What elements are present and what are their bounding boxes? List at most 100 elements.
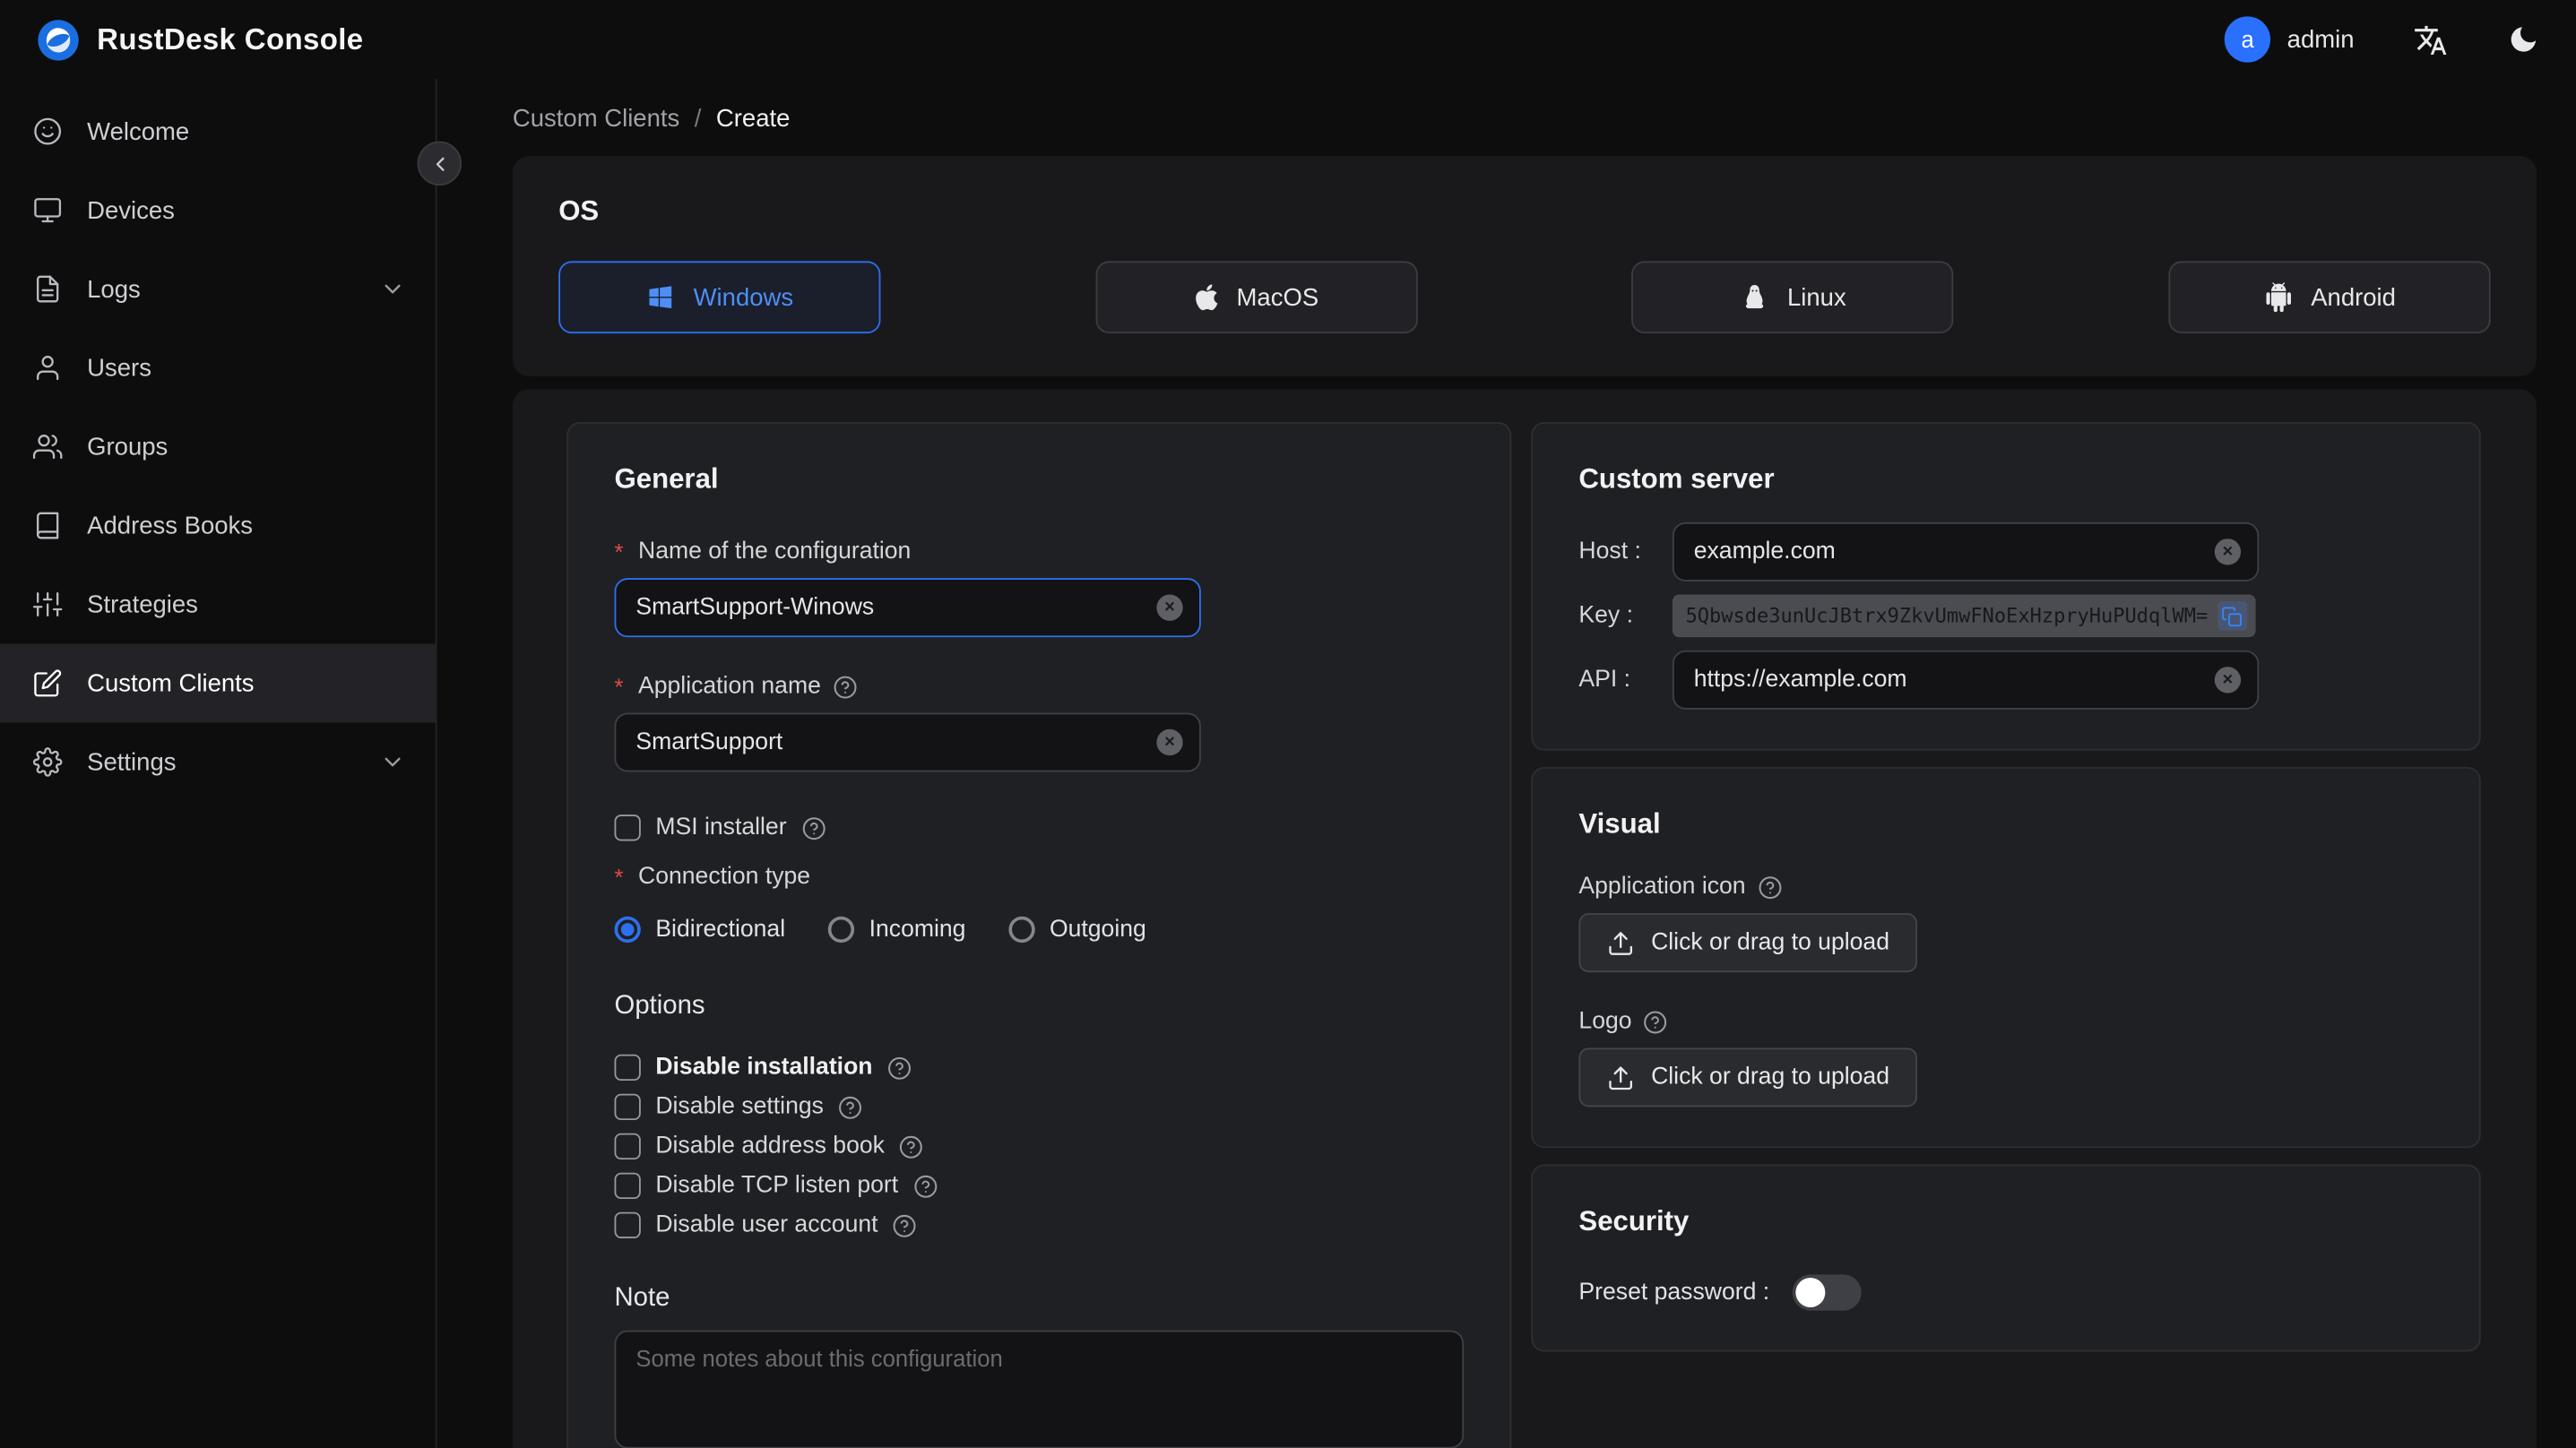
custom-clients-icon <box>33 668 63 698</box>
sidebar-item-label: Custom Clients <box>87 668 255 698</box>
translate-icon[interactable] <box>2414 22 2448 56</box>
sidebar-item-label: Welcome <box>87 117 190 146</box>
os-button-label: MacOS <box>1236 283 1319 312</box>
api-input[interactable]: × <box>1672 650 2260 710</box>
clear-icon[interactable]: × <box>1156 594 1183 621</box>
msi-installer-label: MSI installer <box>655 814 787 841</box>
config-name-input-field[interactable] <box>635 594 1144 621</box>
sidebar-item-label: Settings <box>87 747 177 777</box>
application-name-input-field[interactable] <box>635 728 1144 756</box>
custom-server-card: Custom server Host : × Key : 5Qbwsde3un <box>1531 422 2481 751</box>
sidebar-collapse-button[interactable] <box>417 141 462 186</box>
rustdesk-logo-icon <box>36 17 80 61</box>
disable-user-account-checkbox[interactable] <box>614 1211 641 1239</box>
settings-gear-icon <box>32 747 63 777</box>
dark-mode-moon-icon[interactable] <box>2507 23 2540 56</box>
help-icon[interactable] <box>1643 1009 1667 1033</box>
config-name-label: Name of the configuration <box>615 539 1465 565</box>
options-list: Disable installation Disable settings Di… <box>614 1054 1465 1239</box>
help-icon[interactable] <box>801 815 826 840</box>
breadcrumb-separator: / <box>694 105 702 134</box>
sidebar-item-welcome[interactable]: Welcome <box>0 92 436 171</box>
groups-icon <box>32 432 63 461</box>
connection-type-radio-group: Bidirectional Incoming Outgoing <box>614 916 1465 944</box>
clear-icon[interactable]: × <box>2214 539 2242 565</box>
msi-installer-checkbox[interactable] <box>614 814 641 841</box>
sidebar-item-strategies[interactable]: Strategies <box>0 565 436 644</box>
host-input[interactable]: × <box>1672 521 2260 582</box>
sidebar-item-logs[interactable]: Logs <box>0 250 436 329</box>
help-icon[interactable] <box>887 1056 912 1080</box>
os-button-macos[interactable]: MacOS <box>1094 261 1418 334</box>
help-icon[interactable] <box>899 1134 923 1159</box>
os-button-windows[interactable]: Windows <box>558 261 881 334</box>
sidebar-item-custom-clients[interactable]: Custom Clients <box>0 643 436 723</box>
topbar-right: a admin <box>2225 16 2540 63</box>
os-button-linux[interactable]: Linux <box>1631 261 1954 334</box>
general-title: General <box>614 462 719 495</box>
security-card: Security Preset password : <box>1531 1164 2481 1352</box>
checkbox-label: Disable address book <box>655 1133 885 1160</box>
clear-icon[interactable]: × <box>2214 667 2242 694</box>
radio-option-outgoing[interactable]: Outgoing <box>1008 916 1146 944</box>
os-button-label: Android <box>2311 283 2396 312</box>
disable-settings-checkbox[interactable] <box>614 1093 641 1121</box>
preset-password-toggle[interactable] <box>1792 1274 1862 1311</box>
sidebar: Welcome Devices Logs Users Groups Addres… <box>0 78 437 1448</box>
clear-icon[interactable]: × <box>1156 728 1183 756</box>
sidebar-item-users[interactable]: Users <box>0 329 436 408</box>
disable-installation-checkbox[interactable] <box>614 1054 641 1082</box>
help-icon[interactable] <box>893 1213 917 1237</box>
radio-icon <box>827 916 855 944</box>
config-name-input[interactable]: × <box>614 578 1201 638</box>
help-icon[interactable] <box>838 1095 862 1119</box>
visual-title: Visual <box>1578 807 1661 840</box>
sidebar-item-groups[interactable]: Groups <box>0 408 436 487</box>
windows-logo-icon <box>645 282 675 312</box>
brand: RustDesk Console <box>36 17 363 61</box>
options-title: Options <box>614 992 705 1021</box>
breadcrumb-parent[interactable]: Custom Clients <box>513 105 679 133</box>
key-value: 5Qbwsde3unUcJBtrx9ZkvUmwFNoExHzpryHuPUdq… <box>1685 604 2209 628</box>
disable-address-book-checkbox[interactable] <box>614 1133 641 1160</box>
sidebar-item-settings[interactable]: Settings <box>0 722 436 801</box>
radio-selected-icon <box>614 916 641 944</box>
help-icon[interactable] <box>1757 875 1781 899</box>
sidebar-item-address-books[interactable]: Address Books <box>0 487 436 565</box>
api-input-field[interactable] <box>1693 667 2202 694</box>
help-icon[interactable] <box>833 674 857 698</box>
checkbox-label: Disable user account <box>655 1211 878 1239</box>
rustdesk-console-app: RustDesk Console a admin Welcome Devices… <box>0 0 2576 1448</box>
user-avatar[interactable]: a <box>2225 16 2271 63</box>
help-icon[interactable] <box>913 1174 938 1198</box>
connection-type-label: Connection type <box>615 864 1465 890</box>
copy-icon[interactable] <box>2217 600 2248 631</box>
users-icon <box>33 353 63 383</box>
visual-card: Visual Application icon Click or drag to… <box>1531 766 2481 1149</box>
os-panel: OS Windows MacOS Linux Android <box>512 156 2537 376</box>
general-card: General Name of the configuration × Appl… <box>566 422 1512 1448</box>
radio-option-incoming[interactable]: Incoming <box>827 916 965 944</box>
os-button-label: Linux <box>1786 283 1846 312</box>
key-label: Key : <box>1578 602 1633 630</box>
sidebar-item-devices[interactable]: Devices <box>0 171 436 250</box>
user-name[interactable]: admin <box>2287 25 2355 53</box>
application-icon-upload-button[interactable]: Click or drag to upload <box>1578 913 1918 973</box>
preset-password-label: Preset password : <box>1578 1279 1770 1306</box>
form-panel: General Name of the configuration × Appl… <box>512 389 2537 1448</box>
msi-installer-row: MSI installer <box>614 814 1465 841</box>
application-name-input[interactable]: × <box>614 712 1201 772</box>
radio-label: Bidirectional <box>655 916 786 944</box>
logo-label-text: Logo <box>1578 1008 1632 1035</box>
os-button-android[interactable]: Android <box>2168 261 2491 334</box>
note-textarea[interactable] <box>614 1330 1465 1448</box>
disable-tcp-listen-port-checkbox[interactable] <box>614 1172 641 1200</box>
security-title: Security <box>1578 1205 1690 1237</box>
radio-icon <box>1008 916 1035 944</box>
host-input-field[interactable] <box>1693 539 2202 565</box>
sidebar-item-label: Groups <box>87 432 169 461</box>
welcome-icon <box>33 116 63 146</box>
radio-option-bidirectional[interactable]: Bidirectional <box>614 916 786 944</box>
apple-logo-icon <box>1194 282 1218 312</box>
logo-upload-button[interactable]: Click or drag to upload <box>1578 1047 1918 1108</box>
